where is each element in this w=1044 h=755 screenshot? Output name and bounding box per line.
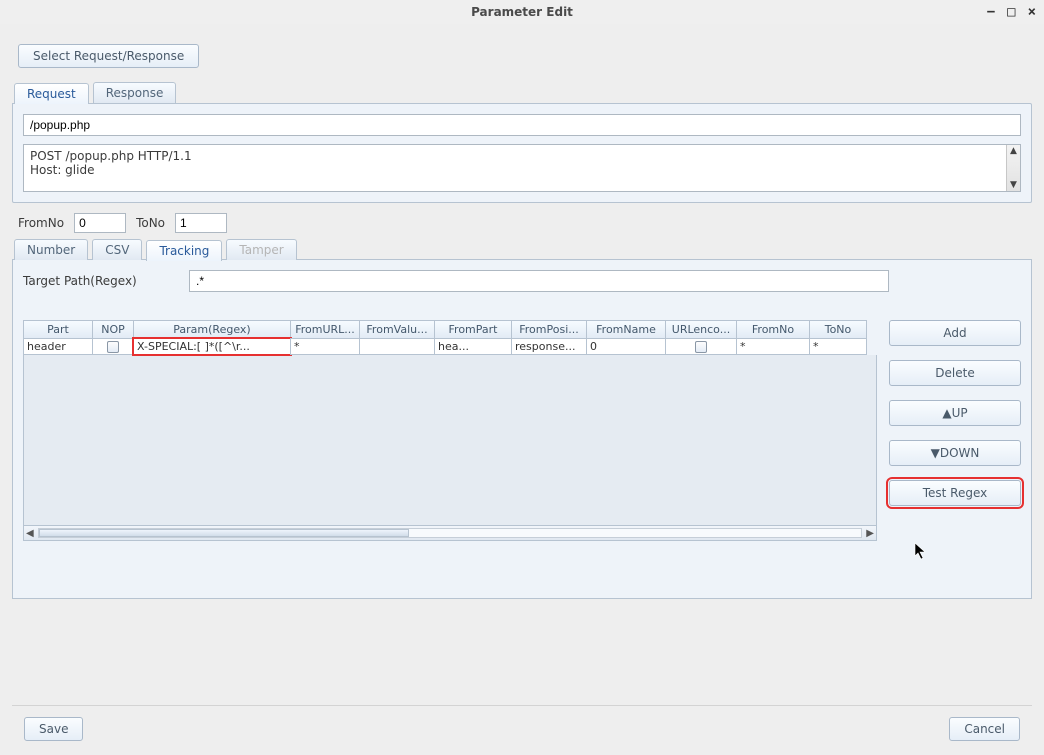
- tracking-table[interactable]: Part NOP Param(Regex) FromURL... FromVal…: [23, 320, 877, 541]
- tab-request[interactable]: Request: [14, 83, 89, 104]
- tab-tamper: Tamper: [226, 239, 296, 260]
- urlenco-checkbox[interactable]: [695, 341, 707, 353]
- col-fromno[interactable]: FromNo: [736, 320, 810, 339]
- fromno-label: FromNo: [18, 216, 64, 230]
- cell-urlenco[interactable]: [665, 338, 737, 355]
- tab-request-label: Request: [27, 87, 76, 101]
- request-pane: POST /popup.php HTTP/1.1 Host: glide ▲▼: [12, 103, 1032, 203]
- cell-part[interactable]: header: [23, 338, 93, 355]
- nop-checkbox[interactable]: [107, 341, 119, 353]
- cell-fromno[interactable]: *: [736, 338, 810, 355]
- up-button[interactable]: ▲UP: [889, 400, 1021, 426]
- up-button-label: ▲UP: [942, 406, 967, 420]
- col-part[interactable]: Part: [23, 320, 93, 339]
- select-request-response-button[interactable]: Select Request/Response: [18, 44, 199, 68]
- tab-csv[interactable]: CSV: [92, 239, 142, 260]
- cell-param[interactable]: X-SPECIAL:[ ]*([^\r...: [133, 338, 291, 355]
- tab-number[interactable]: Number: [14, 239, 88, 260]
- table-header-row: Part NOP Param(Regex) FromURL... FromVal…: [23, 320, 877, 339]
- save-button[interactable]: Save: [24, 717, 83, 741]
- scroll-right-icon[interactable]: ▶: [866, 528, 874, 539]
- col-urlenco[interactable]: URLenco...: [665, 320, 737, 339]
- test-regex-button[interactable]: Test Regex: [889, 480, 1021, 506]
- col-param[interactable]: Param(Regex): [133, 320, 291, 339]
- down-button-label: ▼DOWN: [931, 446, 980, 460]
- tab-csv-label: CSV: [105, 243, 129, 257]
- cell-nop[interactable]: [92, 338, 134, 355]
- tab-response-label: Response: [106, 86, 164, 100]
- scroll-thumb[interactable]: [39, 529, 409, 537]
- tab-response[interactable]: Response: [93, 82, 177, 103]
- save-button-label: Save: [39, 722, 68, 736]
- tracking-pane: Target Path(Regex) Part NOP Param(Regex)…: [12, 259, 1032, 599]
- request-scrollbar[interactable]: ▲▼: [1006, 145, 1020, 191]
- delete-button[interactable]: Delete: [889, 360, 1021, 386]
- cancel-button[interactable]: Cancel: [949, 717, 1020, 741]
- cell-tono[interactable]: *: [809, 338, 867, 355]
- col-fromname[interactable]: FromName: [586, 320, 666, 339]
- tono-label: ToNo: [136, 216, 165, 230]
- mouse-cursor-icon: [914, 542, 928, 560]
- tab-tamper-label: Tamper: [239, 243, 283, 257]
- col-fromvalue[interactable]: FromValu...: [359, 320, 435, 339]
- titlebar: Parameter Edit − □ ×: [0, 0, 1044, 24]
- maximize-button[interactable]: □: [1007, 4, 1015, 20]
- cell-fromvalue[interactable]: [359, 338, 435, 355]
- cancel-button-label: Cancel: [964, 722, 1005, 736]
- add-button-label: Add: [943, 326, 966, 340]
- col-fromposi[interactable]: FromPosi...: [511, 320, 587, 339]
- request-body-text: POST /popup.php HTTP/1.1 Host: glide: [24, 145, 1006, 191]
- table-empty-area: [23, 355, 877, 525]
- cell-fromname[interactable]: 0: [586, 338, 666, 355]
- add-button[interactable]: Add: [889, 320, 1021, 346]
- col-frompart[interactable]: FromPart: [434, 320, 512, 339]
- request-body-area[interactable]: POST /popup.php HTTP/1.1 Host: glide ▲▼: [23, 144, 1021, 192]
- down-button[interactable]: ▼DOWN: [889, 440, 1021, 466]
- delete-button-label: Delete: [935, 366, 974, 380]
- close-button[interactable]: ×: [1028, 4, 1036, 20]
- window-title: Parameter Edit: [471, 5, 573, 19]
- tab-number-label: Number: [27, 243, 75, 257]
- cell-fromurl[interactable]: *: [290, 338, 360, 355]
- test-regex-button-label: Test Regex: [923, 486, 988, 500]
- tab-tracking-label: Tracking: [159, 244, 209, 258]
- fromno-input[interactable]: [74, 213, 126, 233]
- tono-input[interactable]: [175, 213, 227, 233]
- col-nop[interactable]: NOP: [92, 320, 134, 339]
- table-hscrollbar[interactable]: ◀ ▶: [23, 525, 877, 541]
- request-path-input[interactable]: [23, 114, 1021, 136]
- target-path-input[interactable]: [189, 270, 889, 292]
- col-fromurl[interactable]: FromURL...: [290, 320, 360, 339]
- cell-frompart[interactable]: hea...: [434, 338, 512, 355]
- select-request-response-label: Select Request/Response: [33, 49, 184, 63]
- cell-fromposi[interactable]: response...: [511, 338, 587, 355]
- scroll-left-icon[interactable]: ◀: [26, 528, 34, 539]
- tab-tracking[interactable]: Tracking: [146, 240, 222, 261]
- target-path-label: Target Path(Regex): [23, 274, 163, 288]
- minimize-button[interactable]: −: [987, 4, 995, 20]
- col-tono[interactable]: ToNo: [809, 320, 867, 339]
- table-row[interactable]: header X-SPECIAL:[ ]*([^\r... * hea... r…: [23, 339, 877, 355]
